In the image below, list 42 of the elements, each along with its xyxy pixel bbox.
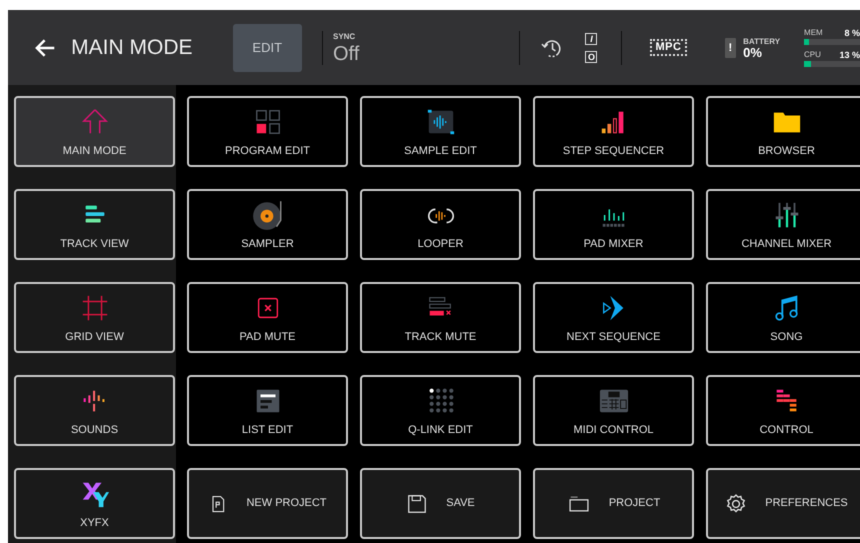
action-tile[interactable]: NEW PROJECT bbox=[187, 468, 348, 539]
mode-tile[interactable]: MAIN MODE bbox=[14, 96, 175, 167]
mode-tile[interactable]: XYFX bbox=[14, 468, 175, 539]
mode-tile[interactable]: SOUNDS bbox=[14, 375, 175, 446]
mode-tile[interactable]: LOOPER bbox=[360, 189, 521, 260]
battery-icon: ! bbox=[724, 38, 736, 58]
turntable-icon bbox=[250, 198, 284, 232]
mode-tile[interactable]: Q-LINK EDIT bbox=[360, 375, 521, 446]
mode-tile[interactable]: TRACK VIEW bbox=[14, 189, 175, 260]
mode-tile[interactable]: NEXT SEQUENCE bbox=[533, 282, 694, 353]
edit-button[interactable]: EDIT bbox=[232, 24, 302, 72]
mpc-logo: MPC bbox=[650, 39, 687, 56]
meter-reading: 13 % bbox=[839, 50, 860, 60]
mode-tile[interactable]: BROWSER bbox=[706, 96, 860, 167]
meter-label: CPU bbox=[804, 50, 821, 60]
punch-out-button[interactable]: O bbox=[585, 50, 598, 62]
waveform-icon bbox=[426, 107, 456, 137]
mode-tile[interactable]: STEP SEQUENCER bbox=[533, 96, 694, 167]
mode-tile[interactable]: CHANNEL MIXER bbox=[706, 189, 860, 260]
mode-tile[interactable]: SONG bbox=[706, 282, 860, 353]
sync-label: SYNC bbox=[332, 30, 356, 42]
mode-tile[interactable]: SAMPLER bbox=[187, 189, 348, 260]
settings-icon bbox=[725, 492, 748, 514]
mode-title: MAIN MODE bbox=[71, 34, 192, 61]
mode-tile[interactable]: GRID VIEW bbox=[14, 282, 175, 353]
battery-label: BATTERY bbox=[743, 36, 780, 46]
punch-in-button[interactable]: I bbox=[585, 32, 598, 44]
mode-tile[interactable]: PROGRAM EDIT bbox=[187, 96, 348, 167]
battery-value: 0% bbox=[743, 46, 763, 58]
mode-tile[interactable]: MIDI CONTROL bbox=[533, 375, 694, 446]
mode-tile[interactable]: CONTROL bbox=[706, 375, 860, 446]
meter-reading: 8 % bbox=[844, 28, 860, 38]
action-tile[interactable]: PREFERENCES bbox=[706, 468, 860, 539]
sync-value[interactable]: Off bbox=[332, 42, 360, 64]
mode-tile[interactable]: TRACK MUTE bbox=[360, 282, 521, 353]
mode-tile[interactable]: PAD MIXER bbox=[533, 189, 694, 260]
mode-tile[interactable]: PAD MUTE bbox=[187, 282, 348, 353]
action-tile[interactable]: SAVE bbox=[360, 468, 521, 539]
action-tile[interactable]: PROJECT bbox=[533, 468, 694, 539]
meter-label: MEM bbox=[804, 28, 823, 38]
mode-tile[interactable]: LIST EDIT bbox=[187, 375, 348, 446]
mode-tile[interactable]: SAMPLE EDIT bbox=[360, 96, 521, 167]
